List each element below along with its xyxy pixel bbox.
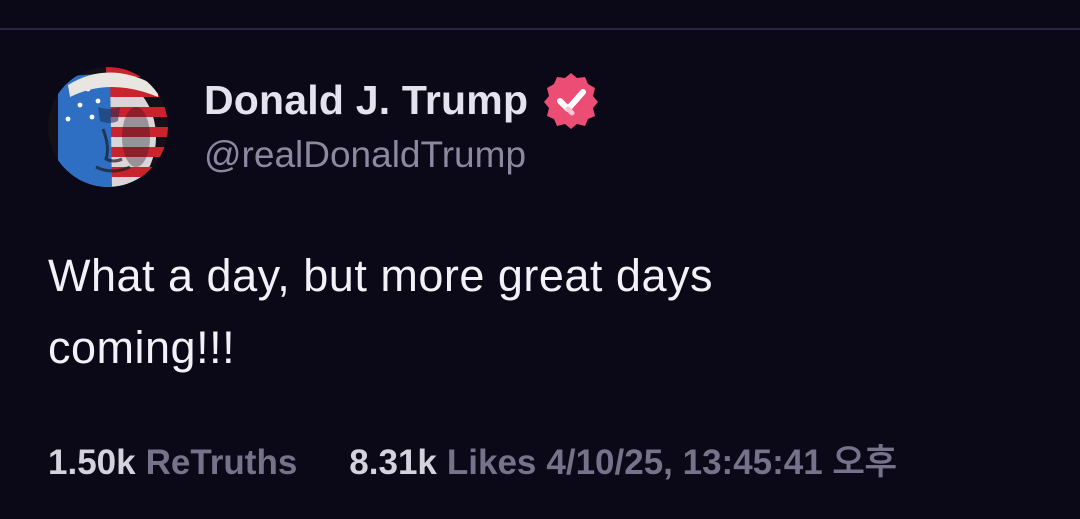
likes-count[interactable]: 8.31k	[349, 443, 437, 483]
likes-label[interactable]: Likes	[447, 443, 537, 483]
post-stats: 1.50k ReTruths 8.31k Likes 4/10/25, 13:4…	[48, 434, 897, 485]
post-text-line: coming!!!	[48, 322, 236, 373]
truth-post: Donald J. Trump @realDonaldTrump What a …	[0, 0, 1080, 519]
display-name[interactable]: Donald J. Trump	[204, 77, 528, 124]
retruths-label[interactable]: ReTruths	[146, 443, 298, 483]
avatar-image	[48, 67, 168, 187]
handle[interactable]: @realDonaldTrump	[204, 134, 600, 176]
post-text-line: What a day, but more great days	[48, 250, 713, 301]
timestamp: 4/10/25, 13:45:41 오후	[546, 443, 897, 482]
post-text: What a day, but more great days coming!!…	[48, 240, 948, 384]
author-block: Donald J. Trump @realDonaldTrump	[204, 72, 600, 176]
name-row: Donald J. Trump	[204, 72, 600, 129]
avatar[interactable]	[48, 67, 168, 187]
retruths-count[interactable]: 1.50k	[48, 443, 136, 483]
verified-badge-icon	[544, 73, 599, 129]
